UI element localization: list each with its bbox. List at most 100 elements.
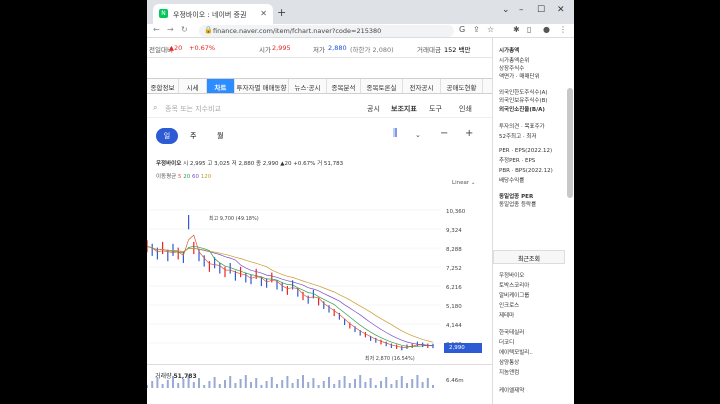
volume-amount-value: 152 백만 bbox=[444, 46, 471, 54]
sidepanel-icon[interactable]: ▯ bbox=[527, 25, 531, 34]
volume-bar bbox=[343, 376, 346, 388]
close-tab-icon[interactable]: ✕ bbox=[260, 9, 267, 18]
tab-price[interactable]: 시세 bbox=[179, 79, 207, 93]
y-tick-label: 8,288 bbox=[446, 247, 462, 253]
recent-item[interactable]: 지놈앤컴 bbox=[499, 368, 519, 376]
sidebar-item: 액면가 · 매매단위 bbox=[499, 74, 540, 80]
volume-bar bbox=[177, 383, 180, 388]
recent-item[interactable]: 케이엘제약 bbox=[499, 386, 524, 394]
volume-bar bbox=[161, 384, 164, 388]
tab-news[interactable]: 뉴스·공시 bbox=[289, 79, 327, 93]
recent-item[interactable]: 제테마 bbox=[499, 311, 514, 319]
period-month[interactable]: 월 bbox=[217, 128, 223, 144]
ma-line-5 bbox=[147, 234, 434, 348]
ma-60-label: 60 bbox=[192, 174, 199, 180]
ma-20-label: 20 bbox=[183, 174, 191, 180]
recent-item[interactable]: 인크로스 bbox=[499, 301, 519, 309]
tab-search-icon[interactable]: ⌄ bbox=[502, 5, 510, 15]
browser-window: N 우정바이오 : 네이버 증권 ✕ + ⌄ – ☐ ✕ ← → ↻ 🔒 fin… bbox=[147, 0, 574, 404]
prev-value: ▲20 bbox=[169, 44, 183, 52]
browser-tab[interactable]: N 우정바이오 : 네이버 증권 ✕ bbox=[153, 4, 273, 24]
tab-investor[interactable]: 투자자별 매매동향 bbox=[235, 79, 289, 93]
volume-bar bbox=[224, 380, 226, 388]
recent-item[interactable]: 알비케이그룹 bbox=[499, 291, 529, 299]
volume-bar bbox=[296, 379, 299, 388]
forward-arrow-icon[interactable]: → bbox=[167, 25, 174, 34]
candle-chart-icon[interactable]: ⫼ bbox=[393, 128, 398, 139]
naver-favicon-icon: N bbox=[159, 9, 168, 18]
maximize-button[interactable]: ☐ bbox=[537, 5, 545, 15]
volume-bar bbox=[374, 385, 377, 388]
volume-bar bbox=[432, 385, 434, 388]
price-chart[interactable]: 최고 9,700 (49.18%) 최저 2,870 (16.54%) bbox=[147, 200, 441, 390]
volume-bar bbox=[239, 379, 242, 388]
tab-analysis[interactable]: 종목분석 bbox=[327, 79, 361, 93]
volume-bar bbox=[244, 375, 247, 388]
low-limit: (하한가 2,080) bbox=[350, 46, 394, 54]
tab-title: 우정바이오 : 네이버 증권 bbox=[173, 11, 247, 19]
back-arrow-icon[interactable]: ← bbox=[153, 25, 160, 34]
volume-bar bbox=[260, 385, 263, 388]
high-annotation: 최고 9,700 (49.18%) bbox=[209, 215, 259, 222]
ma-line-120 bbox=[147, 245, 434, 343]
zoom-in-icon[interactable]: + bbox=[465, 128, 473, 139]
recent-item[interactable]: 한국테실러 bbox=[499, 328, 524, 336]
tab-disclosure[interactable]: 전자공시 bbox=[403, 79, 441, 93]
recent-item[interactable]: 삼양통상 bbox=[499, 358, 519, 366]
menu-kebab-icon[interactable]: ⋮ bbox=[559, 25, 567, 34]
close-window-button[interactable]: ✕ bbox=[557, 5, 565, 15]
share-icon[interactable]: ⇪ bbox=[473, 25, 480, 34]
compare-search: ⌕ 종목 또는 지수비교 공시 보조지표 도구 인쇄 bbox=[147, 98, 492, 118]
volume-bar bbox=[203, 385, 206, 388]
sidebar-item: 52주최고 · 최저 bbox=[499, 134, 537, 140]
tab-chart[interactable]: 차트 bbox=[207, 79, 235, 93]
tools-button[interactable]: 도구 bbox=[429, 104, 442, 114]
tab-short-selling[interactable]: 공매도현황 bbox=[441, 79, 483, 93]
recent-item[interactable]: 우정바이오 bbox=[499, 271, 524, 279]
disclosure-toggle[interactable]: 공시 bbox=[367, 104, 380, 114]
moving-average-legend: 이동평균 5 20 60 120 bbox=[156, 172, 211, 180]
sidebar-item: 외국인보유주식수(B) bbox=[499, 98, 548, 104]
sidebar-item: 외국인한도주식수(A) bbox=[499, 90, 548, 96]
url-field[interactable]: 🔒 finance.naver.com/item/fchart.naver?co… bbox=[199, 25, 454, 37]
stock-name: 우정바이오 bbox=[156, 161, 182, 167]
open-label: 시가 bbox=[259, 46, 271, 54]
volume-bar bbox=[270, 377, 273, 388]
volume-bar bbox=[380, 381, 382, 388]
chart-type-chevron-icon[interactable]: ⌄ bbox=[415, 131, 421, 139]
zoom-out-icon[interactable]: − bbox=[440, 128, 448, 139]
tab-discussion[interactable]: 종목토론실 bbox=[361, 79, 403, 93]
recent-item[interactable]: 에이텍모빌리.. bbox=[499, 348, 533, 356]
extensions-icon[interactable]: ✱ bbox=[513, 25, 520, 34]
y-tick-label: 10,360 bbox=[446, 209, 466, 215]
sidebar-scrollbar[interactable] bbox=[567, 88, 573, 198]
sidebar-item: 동일업종 등락률 bbox=[499, 202, 537, 208]
volume-bar bbox=[359, 375, 362, 388]
volume-bar bbox=[255, 378, 258, 388]
sidebar-item: PBR · BPS(2022.12) bbox=[499, 168, 553, 174]
volume-bar bbox=[286, 376, 289, 388]
minimize-button[interactable]: – bbox=[519, 5, 524, 15]
period-day[interactable]: 일 bbox=[156, 128, 178, 144]
new-tab-button[interactable]: + bbox=[277, 6, 286, 19]
ma-line-60 bbox=[147, 245, 434, 347]
volume-bar bbox=[328, 377, 330, 388]
sidebar-item: 투자의견 · 목표주가 bbox=[499, 124, 545, 130]
volume-bar bbox=[338, 380, 341, 388]
bookmark-star-icon[interactable]: ☆ bbox=[487, 25, 494, 34]
recent-item[interactable]: 더코디 bbox=[499, 338, 514, 346]
ma-120-label: 120 bbox=[200, 174, 212, 180]
reload-icon[interactable]: ↻ bbox=[181, 25, 188, 34]
indicator-button[interactable]: 보조지표 bbox=[391, 104, 417, 114]
period-week[interactable]: 주 bbox=[190, 128, 196, 144]
tab-summary[interactable]: 종합정보 bbox=[147, 79, 179, 93]
sidebar-item: 동일업종 PER bbox=[499, 194, 534, 200]
google-icon[interactable]: G bbox=[459, 25, 465, 34]
recent-item[interactable]: 토박스코리아 bbox=[499, 281, 529, 289]
scale-select[interactable]: Linear ⌄ bbox=[452, 180, 475, 186]
volume-bar bbox=[265, 381, 268, 388]
profile-avatar[interactable]: ● bbox=[543, 25, 550, 34]
compare-search-input[interactable]: 종목 또는 지수비교 bbox=[165, 104, 221, 114]
print-button[interactable]: 인쇄 bbox=[459, 104, 472, 114]
recent-views-title: 최근조회 bbox=[493, 250, 565, 264]
